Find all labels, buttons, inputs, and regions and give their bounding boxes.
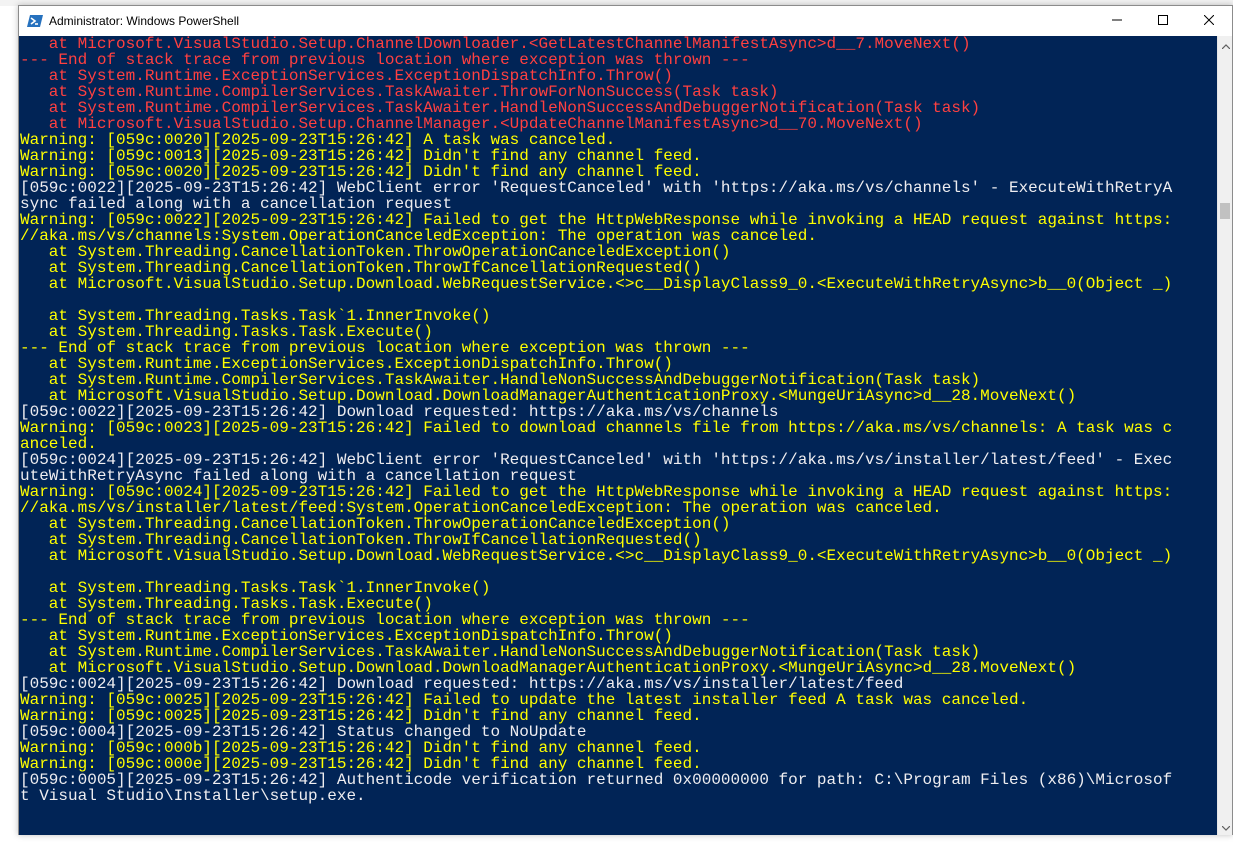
console-line: Warning: [059c:0022][2025-09-23T15:26:42… bbox=[20, 211, 1173, 229]
console-line: [059c:0024][2025-09-23T15:26:42] Downloa… bbox=[20, 675, 904, 693]
console-line: t Visual Studio\Installer\setup.exe. bbox=[20, 787, 366, 805]
powershell-window[interactable]: Administrator: Windows PowerShell at Mic… bbox=[18, 5, 1233, 835]
maximize-button[interactable] bbox=[1140, 6, 1186, 36]
window-title: Administrator: Windows PowerShell bbox=[49, 14, 240, 28]
console-line: [059c:0022][2025-09-23T15:26:42] Downloa… bbox=[20, 403, 779, 421]
console-line: [059c:0022][2025-09-23T15:26:42] WebClie… bbox=[20, 179, 1173, 197]
console-line: Warning: [059c:0020][2025-09-23T15:26:42… bbox=[20, 131, 616, 149]
console-line: //aka.ms/vs/installer/latest/feed:System… bbox=[20, 499, 942, 517]
console-line: sync failed along with a cancellation re… bbox=[20, 195, 453, 213]
console-line: at System.Threading.CancellationToken.Th… bbox=[20, 531, 702, 549]
console-line: at Microsoft.VisualStudio.Setup.ChannelM… bbox=[20, 115, 923, 133]
minimize-button[interactable] bbox=[1094, 6, 1140, 36]
vertical-scrollbar[interactable] bbox=[1217, 36, 1232, 835]
console-line: Warning: [059c:000e][2025-09-23T15:26:42… bbox=[20, 755, 702, 773]
scroll-up-button[interactable] bbox=[1218, 36, 1233, 53]
console-line: anceled. bbox=[20, 435, 97, 453]
console-line: at System.Threading.CancellationToken.Th… bbox=[20, 259, 702, 277]
scrollbar-thumb[interactable] bbox=[1220, 202, 1230, 219]
console-line: at System.Runtime.CompilerServices.TaskA… bbox=[20, 83, 779, 101]
console-line: at System.Threading.Tasks.Task.Execute() bbox=[20, 323, 433, 341]
console-line: //aka.ms/vs/channels:System.OperationCan… bbox=[20, 227, 817, 245]
window-controls bbox=[1094, 6, 1232, 36]
console-line: Warning: [059c:0020][2025-09-23T15:26:42… bbox=[20, 163, 702, 181]
console-line: Warning: [059c:0013][2025-09-23T15:26:42… bbox=[20, 147, 702, 165]
console-line: Warning: [059c:0025][2025-09-23T15:26:42… bbox=[20, 691, 1029, 709]
console-line: at System.Runtime.ExceptionServices.Exce… bbox=[20, 67, 673, 85]
console-line: [059c:0004][2025-09-23T15:26:42] Status … bbox=[20, 723, 587, 741]
console-line: at System.Runtime.CompilerServices.TaskA… bbox=[20, 643, 981, 661]
console-line: Warning: [059c:0025][2025-09-23T15:26:42… bbox=[20, 707, 702, 725]
console-line: at System.Threading.CancellationToken.Th… bbox=[20, 515, 731, 533]
chevron-up-icon bbox=[1221, 36, 1230, 54]
console-line: at Microsoft.VisualStudio.Setup.ChannelD… bbox=[20, 36, 971, 53]
minimize-icon bbox=[1112, 14, 1122, 28]
scroll-down-button[interactable] bbox=[1218, 818, 1233, 835]
console-line: at Microsoft.VisualStudio.Setup.Download… bbox=[20, 547, 1173, 565]
title-bar[interactable]: Administrator: Windows PowerShell bbox=[19, 6, 1232, 36]
console-line: [059c:0005][2025-09-23T15:26:42] Authent… bbox=[20, 771, 1173, 789]
console-line: at System.Runtime.ExceptionServices.Exce… bbox=[20, 355, 673, 373]
console-line: --- End of stack trace from previous loc… bbox=[20, 611, 750, 629]
console-line: [059c:0024][2025-09-23T15:26:42] WebClie… bbox=[20, 451, 1173, 469]
maximize-icon bbox=[1158, 14, 1168, 28]
console-line: at Microsoft.VisualStudio.Setup.Download… bbox=[20, 275, 1173, 293]
console-line: at System.Threading.Tasks.Task`1.InnerIn… bbox=[20, 307, 491, 325]
console-line: at System.Threading.Tasks.Task.Execute() bbox=[20, 595, 433, 613]
console-line: Warning: [059c:000b][2025-09-23T15:26:42… bbox=[20, 739, 702, 757]
console-line: Warning: [059c:0023][2025-09-23T15:26:42… bbox=[20, 419, 1173, 437]
console-line: at System.Runtime.CompilerServices.TaskA… bbox=[20, 99, 981, 117]
chevron-down-icon bbox=[1221, 818, 1230, 836]
close-icon bbox=[1203, 14, 1215, 28]
console-line: at System.Threading.CancellationToken.Th… bbox=[20, 243, 731, 261]
console-line: --- End of stack trace from previous loc… bbox=[20, 339, 750, 357]
console-line: at Microsoft.VisualStudio.Setup.Download… bbox=[20, 659, 1077, 677]
powershell-icon bbox=[27, 13, 43, 29]
console-line: at Microsoft.VisualStudio.Setup.Download… bbox=[20, 387, 1077, 405]
console-line: at System.Threading.Tasks.Task`1.InnerIn… bbox=[20, 579, 491, 597]
console-output[interactable]: at Microsoft.VisualStudio.Setup.ChannelD… bbox=[19, 36, 1218, 835]
console-line: at System.Runtime.ExceptionServices.Exce… bbox=[20, 627, 673, 645]
close-button[interactable] bbox=[1186, 6, 1232, 36]
console-line: uteWithRetryAsync failed along with a ca… bbox=[20, 467, 577, 485]
console-line: --- End of stack trace from previous loc… bbox=[20, 51, 750, 69]
console-line: at System.Runtime.CompilerServices.TaskA… bbox=[20, 371, 981, 389]
console-line: Warning: [059c:0024][2025-09-23T15:26:42… bbox=[20, 483, 1173, 501]
